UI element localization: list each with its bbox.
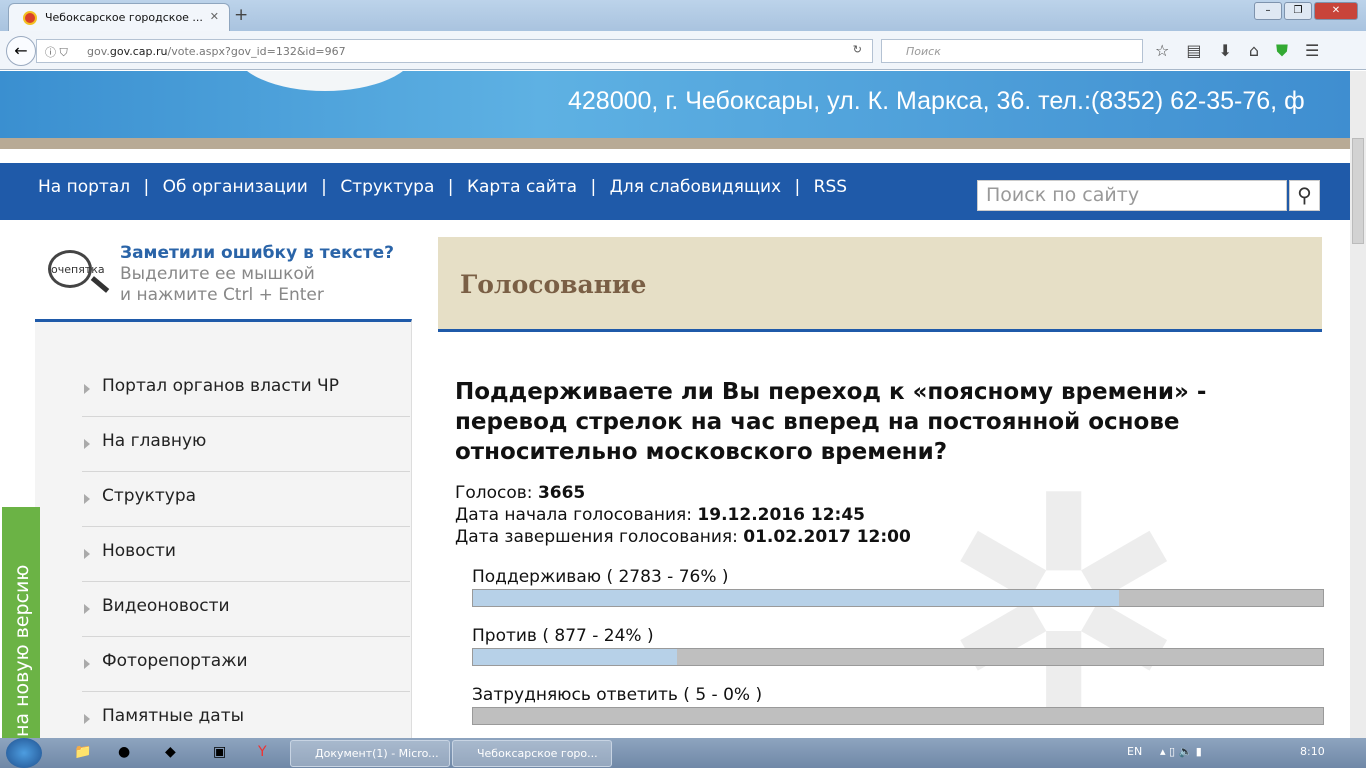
language-indicator[interactable]: EN [1127,745,1142,758]
page-scrollbar[interactable] [1350,71,1366,738]
yandex-browser-icon[interactable]: Y [258,744,267,760]
top-navigation: На портал | Об организации | Структура |… [0,163,1350,220]
vote-question: Поддерживаете ли Вы переход к «поясному … [455,379,1207,465]
close-window-button[interactable]: ✕ [1314,2,1358,20]
sidebar-item-portal[interactable]: Портал органов власти ЧР [82,362,410,417]
sidebar-item-home[interactable]: На главную [82,417,410,472]
end-date: 01.02.2017 12:00 [743,527,911,547]
option-label: Затрудняюсь ответить ( 5 - 0% ) [472,685,763,705]
option-bar [472,648,1324,666]
site-search-input[interactable]: Поиск по сайту [977,180,1287,211]
close-tab-icon[interactable]: ✕ [210,10,219,23]
shield-icon[interactable]: ⛊ [1276,41,1288,61]
site-banner: 428000, г. Чебоксары, ул. К. Маркса, 36.… [0,71,1350,138]
banner-address: 428000, г. Чебоксары, ул. К. Маркса, 36.… [568,87,1305,115]
explorer-icon[interactable]: 📁 [74,744,91,760]
navigation-toolbar: ← ⓘ ⛉ gov.gov.cap.ru/vote.aspx?gov_id=132… [0,31,1366,70]
search-button[interactable]: ⚲ [1289,180,1320,211]
browser-search-input[interactable]: Поиск [881,39,1143,63]
taskbar-window-word[interactable]: Документ(1) - Micro... [290,740,450,767]
typo-title: Заметили ошибку в тексте? [120,243,394,263]
bookmark-star-icon[interactable]: ☆ [1155,41,1169,61]
typo-logo-text: очепятка [48,250,105,288]
nav-link-structure[interactable]: Структура [340,177,434,197]
panel-header: Голосование [438,237,1322,332]
download-icon[interactable]: ⬇ [1218,41,1231,61]
nav-separator: | [794,177,801,197]
sidebar-item-memorable-dates[interactable]: Памятные даты [82,692,410,738]
option-bar [472,707,1324,725]
sidebar-item-news[interactable]: Новости [82,527,410,582]
nav-link-portal[interactable]: На портал [38,177,130,197]
browser-tab[interactable]: Чебоксарское городское ... ✕ [8,3,230,31]
back-button[interactable]: ← [6,36,36,66]
typo-line1: Выделите ее мышкой [120,264,315,284]
reading-list-icon[interactable]: ▤ [1186,41,1201,61]
search-icon: ⚲ [1297,183,1312,207]
nav-separator: | [321,177,327,197]
divider-strip [0,138,1350,149]
web-page: 428000, г. Чебоксары, ул. К. Маркса, 36.… [0,71,1350,738]
nav-link-about[interactable]: Об организации [163,177,308,197]
new-version-tab[interactable]: на новую версию [2,507,40,738]
start-date: 19.12.2016 12:45 [697,505,865,525]
menu-icon[interactable]: ☰ [1305,41,1319,61]
typo-notice: Заметили ошибку в тексте? Выделите ее мыш… [120,243,394,306]
nav-link-accessibility[interactable]: Для слабовидящих [610,177,781,197]
nav-separator: | [590,177,597,197]
app-icon[interactable]: ● [118,744,130,760]
nav-link-sitemap[interactable]: Карта сайта [467,177,577,197]
typo-line2: и нажмите Ctrl + Enter [120,285,324,305]
url-prefix: gov. [87,45,110,58]
new-tab-button[interactable]: + [234,5,248,25]
app-icon[interactable]: ◆ [165,744,176,760]
option-label: Поддерживаю ( 2783 - 76% ) [472,567,729,587]
browser-tab-bar: Чебоксарское городское ... ✕ + – ❐ ✕ [0,0,1366,31]
option-bar-fill [473,590,1119,606]
votes-count: 3665 [537,483,586,503]
nav-separator: | [447,177,454,197]
tab-title: Чебоксарское городское ... [45,11,203,24]
site-info-icon[interactable]: ⓘ ⛉ [45,44,68,60]
typo-logo: очепятка [44,246,110,302]
option-bar-fill [473,649,677,665]
page-title: Голосование [460,270,647,299]
app-icon[interactable]: ▣ [213,744,226,760]
scrollbar-thumb[interactable] [1352,138,1364,244]
favicon-icon [23,11,37,25]
restore-button[interactable]: ❐ [1284,2,1312,20]
sidebar-item-video-news[interactable]: Видеоновости [82,582,410,637]
sidebar-menu: Портал органов власти ЧР На главную Стру… [35,319,412,738]
nav-link-rss[interactable]: RSS [814,177,847,197]
new-version-label: на новую версию [11,564,33,737]
url-path: /vote.aspx?gov_id=132&id=967 [167,45,346,58]
vote-panel: Голосование ✲ Поддерживаете ли Вы перехо… [438,237,1324,738]
votes-label: Голосов: [455,483,533,503]
taskbar-window-firefox[interactable]: Чебоксарское горо... [452,740,612,767]
reload-icon[interactable]: ↻ [853,43,862,56]
vote-meta: Голосов: 3665 Дата начала голосования: 1… [455,482,911,548]
url-domain: gov.cap.ru [109,45,168,58]
start-label: Дата начала голосования: [455,505,693,525]
home-icon[interactable]: ⌂ [1249,41,1259,61]
sidebar-item-photo-reports[interactable]: Фоторепортажи [82,637,410,692]
end-label: Дата завершения голосования: [455,527,738,547]
start-button[interactable] [6,738,42,768]
option-label: Против ( 877 - 24% ) [472,626,654,646]
url-bar[interactable]: ⓘ ⛉ gov.gov.cap.ru/vote.aspx?gov_id=132&i… [36,39,873,63]
sidebar-item-structure[interactable]: Структура [82,472,410,527]
nav-separator: | [143,177,150,197]
clock[interactable]: 8:10 [1300,745,1325,758]
taskbar: 📁 ● ◆ ▣ Y Документ(1) - Micro... Чебокса… [0,738,1366,768]
tray-icons[interactable]: ▴ ▯ 🔈 ▮ [1160,745,1202,758]
option-bar [472,589,1324,607]
minimize-button[interactable]: – [1254,2,1282,20]
